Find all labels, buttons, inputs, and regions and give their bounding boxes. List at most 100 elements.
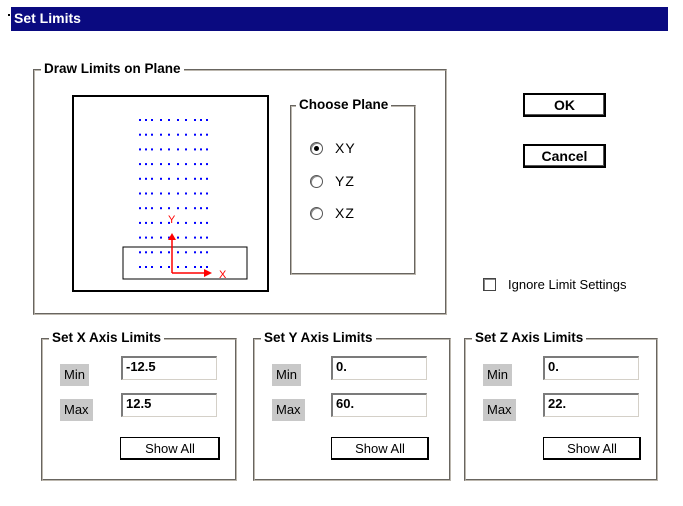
grid-point [206, 207, 208, 210]
radio-xz-button[interactable] [310, 206, 323, 220]
x-show-all-button[interactable]: Show All [120, 437, 220, 460]
x-axis-arrow-icon [204, 269, 212, 277]
grid-point [177, 177, 179, 180]
grid-point [160, 133, 162, 136]
x-axis-limits-group: Set X Axis Limits Min -12.5 Max 12.5 Sho… [41, 330, 237, 481]
z-max-input[interactable]: 22. [543, 393, 639, 417]
grid-point [168, 251, 170, 254]
y-max-input[interactable]: 60. [331, 393, 427, 417]
y-axis-limits-group: Set Y Axis Limits Min 0. Max 60. Show Al… [253, 330, 451, 481]
x-axis-limits-legend: Set X Axis Limits [49, 330, 165, 345]
window-edge-mark [8, 14, 10, 16]
x-max-input[interactable]: 12.5 [121, 393, 217, 417]
grid-point [145, 148, 147, 151]
grid-point [145, 177, 147, 180]
grid-point [139, 192, 141, 195]
ignore-limit-checkbox-box[interactable] [483, 278, 496, 291]
radio-xy[interactable]: XY [310, 140, 356, 156]
grid-point [185, 221, 187, 224]
y-axis-label: Y [168, 214, 176, 226]
grid-point [185, 119, 187, 121]
radio-xz[interactable]: XZ [310, 205, 355, 221]
grid-point [168, 148, 170, 151]
grid-point [206, 133, 208, 136]
grid-point [145, 251, 147, 254]
grid-point [200, 119, 202, 121]
radio-yz[interactable]: YZ [310, 173, 355, 189]
grid-point [194, 236, 196, 239]
grid-point [200, 192, 202, 195]
y-max-label: Max [272, 399, 305, 421]
grid-point [151, 163, 153, 166]
grid-points [139, 119, 208, 268]
grid-point [206, 177, 208, 180]
grid-point [160, 163, 162, 166]
grid-point [139, 119, 141, 121]
grid-point [194, 266, 196, 268]
grid-point [160, 192, 162, 195]
grid-point [160, 207, 162, 210]
window-title: Set Limits [14, 10, 81, 26]
plane-preview-canvas: Y X [122, 119, 248, 281]
grid-point [145, 163, 147, 166]
draw-limits-legend: Draw Limits on Plane [41, 61, 184, 76]
grid-point [200, 266, 202, 268]
grid-point [139, 221, 141, 224]
grid-point [145, 266, 147, 268]
grid-point [168, 266, 170, 268]
grid-point [177, 192, 179, 195]
z-axis-limits-legend: Set Z Axis Limits [472, 330, 587, 345]
grid-point [185, 133, 187, 136]
grid-point [168, 119, 170, 121]
ok-button[interactable]: OK [523, 93, 606, 117]
grid-point [160, 148, 162, 151]
x-min-input[interactable]: -12.5 [121, 356, 217, 380]
grid-point [151, 133, 153, 136]
z-show-all-button[interactable]: Show All [543, 437, 641, 460]
grid-point [145, 133, 147, 136]
grid-point [168, 192, 170, 195]
grid-point [206, 251, 208, 254]
radio-yz-button[interactable] [310, 174, 323, 188]
grid-point [194, 207, 196, 210]
z-min-input[interactable]: 0. [543, 356, 639, 380]
grid-point [206, 192, 208, 195]
grid-point [139, 133, 141, 136]
y-axis-arrow-icon [168, 233, 176, 240]
choose-plane-legend: Choose Plane [296, 97, 392, 112]
grid-point [177, 266, 179, 268]
grid-point [200, 148, 202, 151]
grid-point [194, 192, 196, 195]
grid-point [168, 207, 170, 210]
grid-point [185, 177, 187, 180]
grid-point [194, 148, 196, 151]
grid-point [151, 221, 153, 224]
grid-point [145, 192, 147, 195]
y-min-input[interactable]: 0. [331, 356, 427, 380]
grid-point [206, 148, 208, 151]
grid-point [168, 177, 170, 180]
grid-point [145, 207, 147, 210]
grid-point [200, 177, 202, 180]
grid-point [160, 177, 162, 180]
grid-point [139, 251, 141, 254]
z-min-label: Min [483, 364, 512, 386]
x-max-label: Max [60, 399, 93, 421]
ignore-limit-checkbox[interactable]: Ignore Limit Settings [483, 277, 627, 292]
grid-point [194, 221, 196, 224]
grid-point [139, 148, 141, 151]
y-show-all-button[interactable]: Show All [331, 437, 429, 460]
grid-point [200, 236, 202, 239]
grid-point [160, 251, 162, 254]
radio-xy-button[interactable] [310, 141, 323, 155]
grid-point [206, 221, 208, 224]
grid-point [185, 148, 187, 151]
grid-point [139, 266, 141, 268]
grid-point [206, 236, 208, 239]
grid-point [185, 236, 187, 239]
cancel-button[interactable]: Cancel [523, 144, 606, 168]
grid-point [139, 207, 141, 210]
y-min-label: Min [272, 364, 301, 386]
x-min-label: Min [60, 364, 89, 386]
grid-point [151, 251, 153, 254]
